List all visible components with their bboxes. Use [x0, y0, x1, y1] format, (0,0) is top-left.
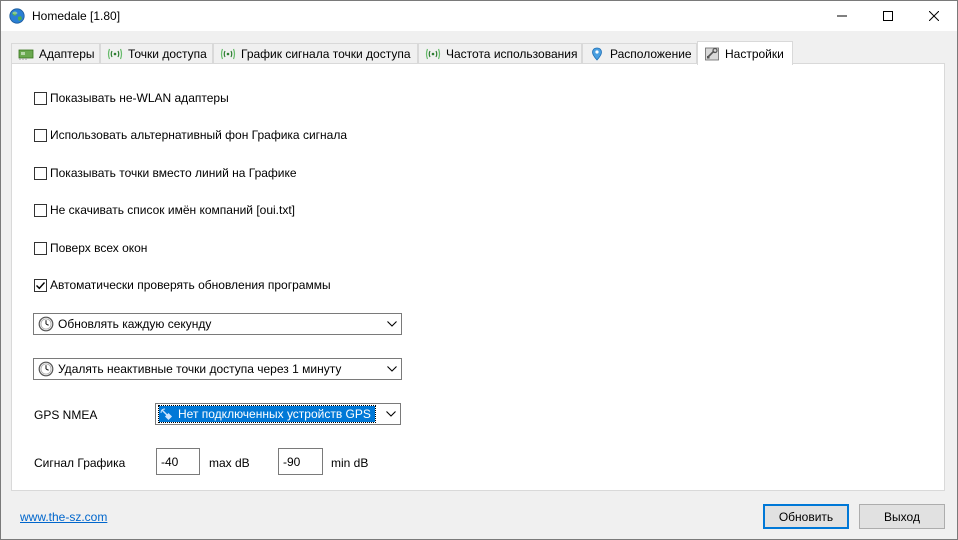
- location-pin-icon: [589, 47, 605, 61]
- checkbox-label: Автоматически проверять обновления прогр…: [50, 278, 331, 292]
- satellite-icon: [159, 407, 175, 421]
- chevron-down-icon[interactable]: [382, 411, 400, 417]
- window-title: Homedale [1.80]: [32, 9, 121, 23]
- checkbox-box[interactable]: [34, 128, 47, 142]
- minimize-button[interactable]: [819, 1, 865, 31]
- select-value: Нет подключенных устройств GPS: [178, 407, 371, 421]
- maximize-icon: [883, 11, 893, 21]
- checkbox-box[interactable]: [34, 166, 47, 180]
- tab-signal-graph[interactable]: График сигнала точки доступа: [213, 43, 418, 64]
- tab-frequency-usage[interactable]: Частота использования: [418, 43, 582, 64]
- max-db-unit: max dB: [209, 456, 250, 470]
- checkbox-label: Поверх всех окон: [50, 241, 148, 255]
- refresh-button[interactable]: Обновить: [763, 504, 849, 529]
- max-db-input[interactable]: -40: [156, 448, 200, 475]
- chevron-down-icon[interactable]: [383, 321, 401, 327]
- tab-label: Настройки: [725, 46, 784, 61]
- app-window: Homedale [1.80] Адаптеры Точки доступа Г…: [0, 0, 958, 540]
- settings-icon: [704, 47, 720, 61]
- minimize-icon: [837, 15, 847, 17]
- checkbox-box[interactable]: [34, 203, 47, 217]
- checkbox-show-non-wlan[interactable]: Показывать не-WLAN адаптеры: [34, 90, 229, 106]
- checkbox-auto-update[interactable]: Автоматически проверять обновления прогр…: [34, 277, 331, 293]
- checkbox-box[interactable]: [34, 278, 47, 292]
- checkbox-label: Не скачивать список имён компаний [oui.t…: [50, 203, 295, 217]
- tab-adapters[interactable]: Адаптеры: [11, 43, 100, 64]
- checkbox-always-on-top[interactable]: Поверх всех окон: [34, 240, 147, 256]
- network-card-icon: [18, 47, 34, 61]
- tab-access-points[interactable]: Точки доступа: [100, 43, 213, 64]
- checkbox-label: Использовать альтернативный фон Графика …: [50, 128, 347, 142]
- checkbox-label: Показывать не-WLAN адаптеры: [50, 91, 229, 105]
- close-button[interactable]: [911, 1, 957, 31]
- settings-panel: Показывать не-WLAN адаптеры Использовать…: [11, 63, 945, 491]
- checkbox-label: Показывать точки вместо линий на Графике: [50, 166, 297, 180]
- select-value: Обновлять каждую секунду: [58, 317, 212, 331]
- signal-graph-label: Сигнал Графика: [34, 456, 126, 470]
- select-value: Удалять неактивные точки доступа через 1…: [58, 362, 342, 376]
- tab-location[interactable]: Расположение: [582, 43, 697, 64]
- clock-icon: [38, 316, 54, 332]
- min-db-unit: min dB: [331, 456, 369, 470]
- checkmark-icon: [36, 281, 46, 289]
- maximize-button[interactable]: [865, 1, 911, 31]
- checkbox-alt-graph-bg[interactable]: Использовать альтернативный фон Графика …: [34, 127, 347, 143]
- gps-device-select[interactable]: Нет подключенных устройств GPS: [155, 403, 401, 425]
- chevron-down-icon[interactable]: [383, 366, 401, 372]
- wifi-signal-icon: [220, 47, 236, 61]
- tab-label: Точки доступа: [128, 47, 207, 61]
- checkbox-dots-instead-lines[interactable]: Показывать точки вместо линий на Графике: [34, 165, 297, 181]
- tab-label: Расположение: [610, 47, 692, 61]
- checkbox-no-oui-download[interactable]: Не скачивать список имён компаний [oui.t…: [34, 202, 295, 218]
- remove-inactive-select[interactable]: Удалять неактивные точки доступа через 1…: [33, 358, 402, 380]
- tab-label: График сигнала точки доступа: [241, 47, 411, 61]
- checkbox-box[interactable]: [34, 241, 47, 255]
- wifi-signal-icon: [425, 47, 441, 61]
- globe-icon: [9, 8, 25, 24]
- wifi-signal-icon: [107, 47, 123, 61]
- checkbox-box[interactable]: [34, 91, 47, 105]
- title-bar[interactable]: Homedale [1.80]: [1, 1, 957, 31]
- min-db-input[interactable]: -90: [278, 448, 323, 475]
- clock-icon: [38, 361, 54, 377]
- close-icon: [929, 11, 939, 21]
- tab-settings[interactable]: Настройки: [697, 41, 793, 65]
- gps-selected-value: Нет подключенных устройств GPS: [158, 405, 376, 423]
- tab-label: Частота использования: [446, 47, 578, 61]
- tab-label: Адаптеры: [39, 47, 95, 61]
- refresh-interval-select[interactable]: Обновлять каждую секунду: [33, 313, 402, 335]
- gps-label: GPS NMEA: [34, 408, 98, 422]
- exit-button[interactable]: Выход: [859, 504, 945, 529]
- website-link[interactable]: www.the-sz.com: [20, 510, 107, 524]
